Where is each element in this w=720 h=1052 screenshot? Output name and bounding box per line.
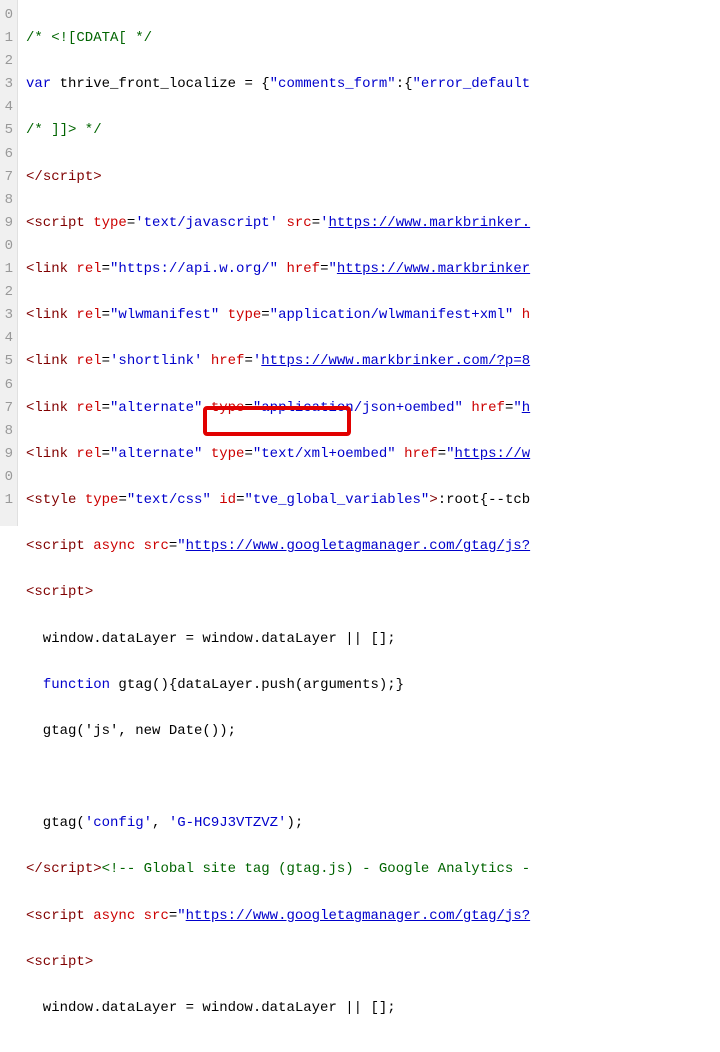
line-number: 0 [2,4,13,27]
line-number: 2 [2,50,13,73]
line-number-gutter: 0 1 2 3 4 5 6 7 8 9 0 1 2 3 4 5 6 7 8 9 … [0,0,18,526]
line-number: 1 [2,258,13,281]
code-line: </script><!-- Global site tag (gtag.js) … [26,858,720,881]
line-number: 8 [2,420,13,443]
line-number: 9 [2,212,13,235]
code-line: <script type='text/javascript' src='http… [26,212,720,235]
line-number: 6 [2,143,13,166]
code-line: window.dataLayer = window.dataLayer || [… [26,628,720,651]
code-line: <style type="text/css" id="tve_global_va… [26,489,720,512]
code-line [26,766,720,789]
code-area[interactable]: /* <![CDATA[ */ var thrive_front_localiz… [18,0,720,526]
code-line: gtag('config', 'G-HC9J3VTZVZ'); [26,812,720,835]
line-number: 9 [2,443,13,466]
code-line: <script async src="https://www.googletag… [26,905,720,928]
code-line: window.dataLayer = window.dataLayer || [… [26,997,720,1020]
code-line: gtag('js', new Date()); [26,720,720,743]
line-number: 4 [2,96,13,119]
line-number: 0 [2,235,13,258]
line-number: 1 [2,27,13,50]
line-number: 3 [2,73,13,96]
code-line: var thrive_front_localize = {"comments_f… [26,73,720,96]
line-number: 7 [2,397,13,420]
code-line: /* ]]> */ [26,119,720,142]
code-line: <script> [26,951,720,974]
code-line: <link rel="wlwmanifest" type="applicatio… [26,304,720,327]
line-number: 7 [2,166,13,189]
line-number: 4 [2,327,13,350]
code-line: <link rel='shortlink' href='https://www.… [26,350,720,373]
code-line: <link rel="alternate" type="text/xml+oem… [26,443,720,466]
line-number: 6 [2,374,13,397]
ga-tracking-id: 'G-HC9J3VTZVZ' [169,815,287,831]
line-number: 1 [2,489,13,512]
code-line: function gtag(){dataLayer.push(arguments… [26,674,720,697]
code-line: <script async src="https://www.googletag… [26,535,720,558]
line-number: 3 [2,304,13,327]
code-line: </script> [26,166,720,189]
code-line: <link rel="alternate" type="application/… [26,397,720,420]
line-number: 5 [2,119,13,142]
code-line: <script> [26,581,720,604]
code-line: <link rel="https://api.w.org/" href="htt… [26,258,720,281]
line-number: 0 [2,466,13,489]
line-number: 5 [2,350,13,373]
line-number: 2 [2,281,13,304]
line-number: 8 [2,189,13,212]
code-line: /* <![CDATA[ */ [26,27,720,50]
